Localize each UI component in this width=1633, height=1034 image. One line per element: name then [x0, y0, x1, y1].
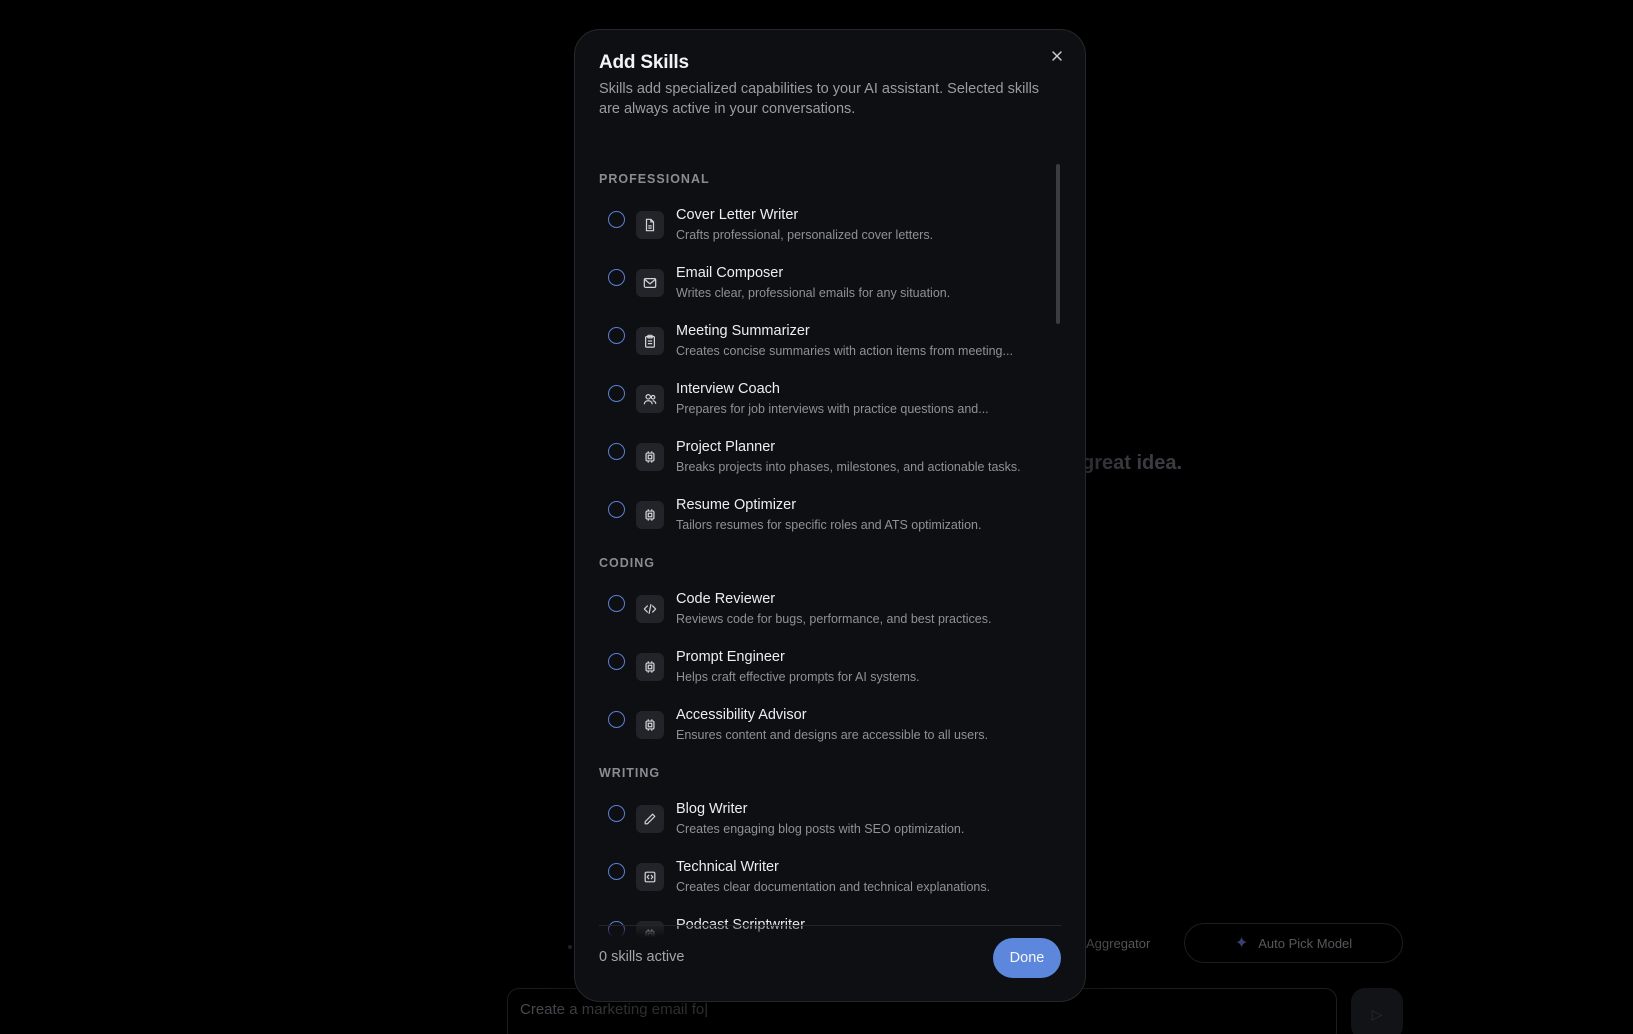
add-skills-dialog: Add Skills Skills add specialized capabi… [574, 29, 1086, 1002]
skill-prompt-engineer[interactable]: Prompt Engineer Helps craft effective pr… [599, 649, 1039, 703]
footer-divider [599, 925, 1061, 926]
skill-name: Accessibility Advisor [676, 707, 807, 723]
skill-code-reviewer[interactable]: Code Reviewer Reviews code for bugs, per… [599, 591, 1039, 645]
scrollbar-thumb[interactable] [1056, 164, 1060, 324]
skill-description: Tailors resumes for specific roles and A… [676, 518, 982, 532]
skill-name: Email Composer [676, 265, 784, 281]
users-icon [636, 385, 664, 413]
skill-radio[interactable] [608, 327, 625, 344]
skill-radio[interactable] [608, 595, 625, 612]
skill-meeting-summarizer[interactable]: Meeting Summarizer Creates concise summa… [599, 323, 1039, 377]
dialog-title: Add Skills [599, 52, 689, 73]
clipboard-icon [636, 327, 664, 355]
skill-radio[interactable] [608, 653, 625, 670]
skill-radio[interactable] [608, 501, 625, 518]
skill-radio[interactable] [608, 385, 625, 402]
chip-icon [636, 501, 664, 529]
chat-input-text: Create a marketing email fo| [520, 1001, 709, 1018]
aggregator-label: Aggregator [1086, 935, 1151, 951]
skill-radio[interactable] [608, 863, 625, 880]
section-title-coding: CODING [599, 556, 655, 570]
skill-cover-letter-writer[interactable]: Cover Letter Writer Crafts professional,… [599, 207, 1039, 261]
skill-description: Creates engaging blog posts with SEO opt… [676, 822, 965, 836]
skill-project-planner[interactable]: Project Planner Breaks projects into pha… [599, 439, 1039, 493]
hero-text: great idea. [1082, 452, 1183, 474]
send-icon: ▷ [1371, 1005, 1383, 1022]
skill-email-composer[interactable]: Email Composer Writes clear, professiona… [599, 265, 1039, 319]
skill-description: Ensures content and designs are accessib… [676, 728, 988, 742]
skill-technical-writer[interactable]: Technical Writer Creates clear documenta… [599, 859, 1039, 913]
document-icon [636, 211, 664, 239]
mail-icon [636, 269, 664, 297]
skill-radio[interactable] [608, 805, 625, 822]
skill-name: Meeting Summarizer [676, 323, 810, 339]
done-button[interactable]: Done [993, 938, 1061, 978]
active-skills-count: 0 skills active [599, 949, 685, 965]
skill-radio[interactable] [608, 711, 625, 728]
skill-description: Crafts professional, personalized cover … [676, 228, 934, 242]
skill-description: Creates concise summaries with action it… [676, 344, 1013, 358]
sparkle-icon: ✦ [1234, 935, 1249, 952]
skill-blog-writer[interactable]: Blog Writer Creates engaging blog posts … [599, 801, 1039, 855]
skill-name: Blog Writer [676, 801, 748, 817]
decor-dot [568, 945, 572, 949]
dialog-description: Skills add specialized capabilities to y… [599, 81, 1040, 117]
close-icon [1052, 51, 1062, 61]
skill-description: Reviews code for bugs, performance, and … [676, 612, 992, 626]
skills-list[interactable]: PROFESSIONAL Cover Letter Writer Crafts … [575, 134, 1085, 937]
chip-icon [636, 711, 664, 739]
send-button[interactable]: ▷ [1351, 988, 1403, 1034]
skill-name: Cover Letter Writer [676, 207, 799, 223]
section-title-writing: WRITING [599, 766, 661, 780]
skill-description: Creates clear documentation and technica… [676, 880, 991, 894]
auto-pick-label: Auto Pick Model [1258, 935, 1353, 951]
code-file-icon [636, 863, 664, 891]
skill-name: Technical Writer [676, 859, 779, 875]
skill-accessibility-advisor[interactable]: Accessibility Advisor Ensures content an… [599, 707, 1039, 761]
skill-name: Prompt Engineer [676, 649, 785, 665]
skill-name: Resume Optimizer [676, 497, 797, 513]
skill-name: Interview Coach [676, 381, 780, 397]
skill-radio[interactable] [608, 269, 625, 286]
aggregator-chip[interactable]: Aggregator [1070, 923, 1180, 963]
skill-description: Helps craft effective prompts for AI sys… [676, 670, 920, 684]
pencil-icon [636, 805, 664, 833]
skill-radio[interactable] [608, 211, 625, 228]
skill-radio[interactable] [608, 443, 625, 460]
skill-description: Prepares for job interviews with practic… [676, 402, 989, 416]
close-button[interactable] [1045, 44, 1069, 68]
skill-description: Writes clear, professional emails for an… [676, 286, 951, 300]
chip-icon [636, 653, 664, 681]
code-icon [636, 595, 664, 623]
skill-name: Project Planner [676, 439, 776, 455]
section-title-professional: PROFESSIONAL [599, 172, 710, 186]
skill-description: Breaks projects into phases, milestones,… [676, 460, 1021, 474]
skill-resume-optimizer[interactable]: Resume Optimizer Tailors resumes for spe… [599, 497, 1039, 551]
skill-interview-coach[interactable]: Interview Coach Prepares for job intervi… [599, 381, 1039, 435]
auto-pick-model-chip[interactable]: ✦ Auto Pick Model [1184, 923, 1403, 963]
skill-name: Code Reviewer [676, 591, 776, 607]
chip-icon [636, 443, 664, 471]
